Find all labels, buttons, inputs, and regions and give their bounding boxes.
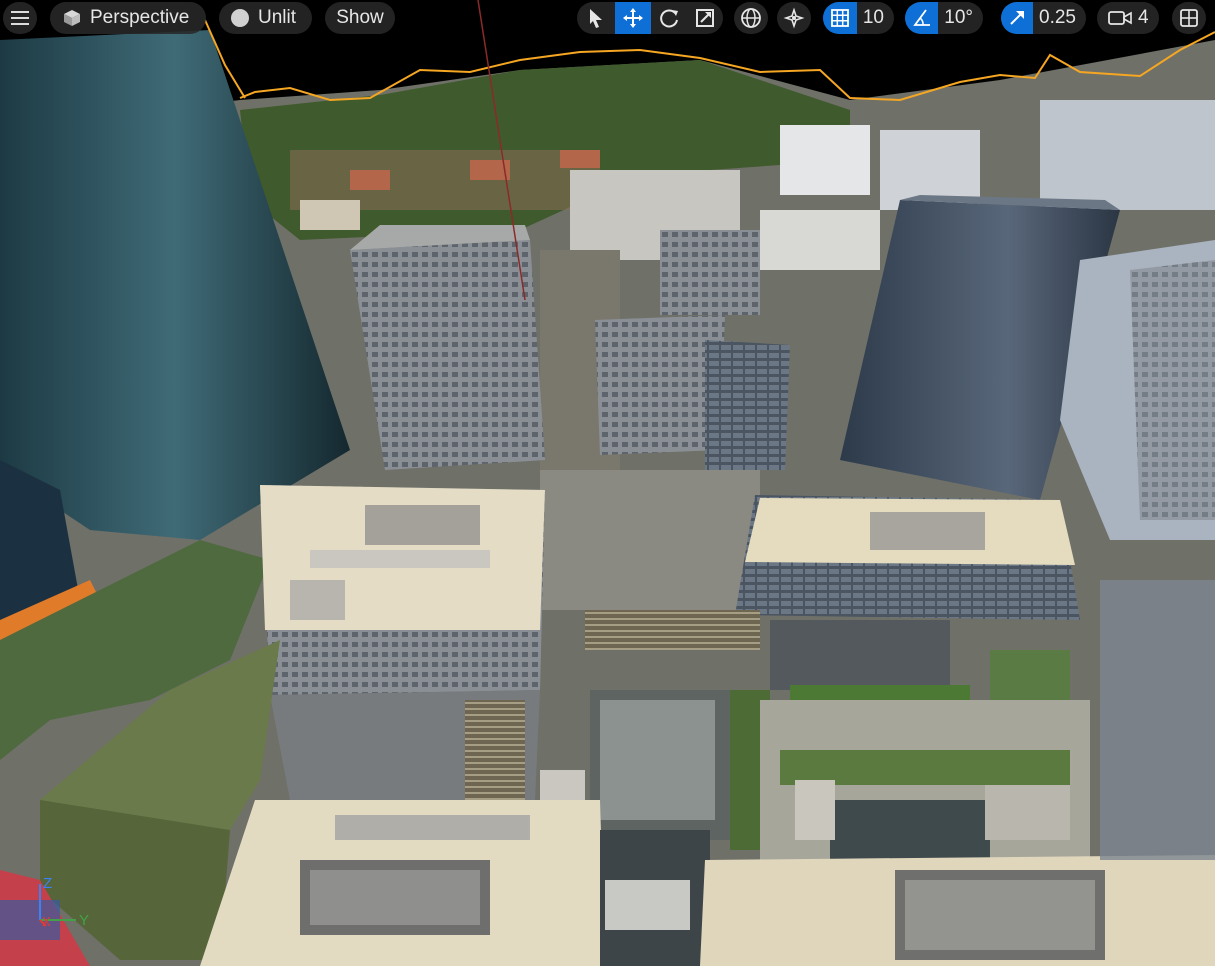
axis-z-label: Z [43,875,52,892]
translate-mode-button[interactable] [615,2,651,34]
show-label: Show [336,7,384,28]
scale-snap-control: 0.25 [1001,2,1086,34]
perspective-view-button[interactable]: Perspective [50,2,206,34]
rotation-snap-value[interactable]: 10° [938,7,983,29]
view-mode-label: Perspective [90,7,190,28]
axis-y-label: Y [79,912,89,929]
viewport-menu-button[interactable] [3,2,37,34]
camera-speed-value: 4 [1138,7,1149,28]
angle-snap-icon [912,9,930,26]
transform-tools-group [577,2,723,34]
rotation-snap-toggle[interactable] [905,2,939,34]
lit-mode-label: Unlit [258,7,297,28]
city-scene [0,0,1215,966]
menu-icon [11,11,29,25]
axis-gizmo: Z X Y [39,875,89,929]
grid-snap-control: 10 [823,2,894,34]
axis-x-label: X [42,914,51,929]
scale-mode-button[interactable] [687,2,723,34]
camera-icon [1097,9,1132,27]
select-mode-button[interactable] [577,2,615,34]
scale-snap-value[interactable]: 0.25 [1033,7,1086,29]
rotate-icon [660,9,678,28]
world-globe-icon [741,8,761,28]
translate-icon [623,8,643,28]
grid-snap-toggle[interactable] [823,2,857,34]
rotation-snap-control: 10° [905,2,983,34]
level-viewport[interactable]: Perspective Unlit Show 10 10° 0.25 4 Z X… [0,0,1215,966]
camera-speed-button[interactable]: 4 [1097,2,1159,34]
surface-snap-icon [783,7,805,29]
select-arrow-icon [590,9,602,28]
scale-icon [696,9,714,27]
viewport-layout-button[interactable] [1172,2,1206,34]
surface-snap-button[interactable] [777,2,811,34]
scale-snap-toggle[interactable] [1001,2,1034,34]
layout-icon [1180,9,1198,27]
scale-snap-icon [1010,11,1024,25]
show-button[interactable]: Show [325,2,395,34]
coordinate-system-button[interactable] [734,2,768,34]
lit-mode-button[interactable]: Unlit [219,2,312,34]
perspective-cube-icon [50,8,82,28]
unlit-sphere-icon [219,8,250,28]
rotate-mode-button[interactable] [651,2,687,34]
grid-snap-value[interactable]: 10 [857,7,894,29]
grid-snap-icon [831,9,849,27]
